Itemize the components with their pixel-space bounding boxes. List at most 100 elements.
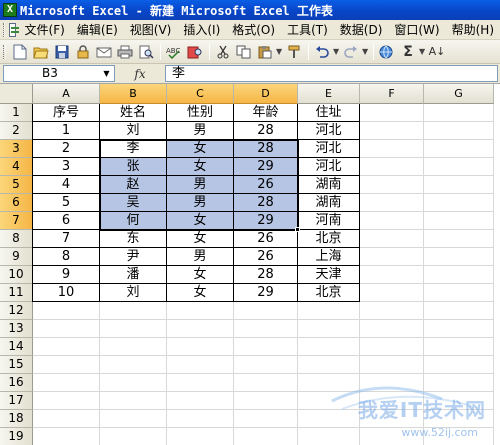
cell-e9[interactable]: 上海	[298, 248, 360, 266]
cell-d3[interactable]: 28	[234, 140, 298, 158]
cell-e4[interactable]: 河北	[298, 158, 360, 176]
menu-tools[interactable]: 工具(T)	[281, 21, 334, 39]
cell-c9[interactable]: 男	[167, 248, 234, 266]
cell-a4[interactable]: 3	[33, 158, 100, 176]
cell-f1[interactable]	[360, 104, 424, 122]
cell-e1[interactable]: 住址	[298, 104, 360, 122]
cell-e19[interactable]	[298, 428, 360, 445]
cell-g6[interactable]	[424, 194, 494, 212]
cell-e7[interactable]: 河南	[298, 212, 360, 230]
cell-c15[interactable]	[167, 356, 234, 374]
cell-b8[interactable]: 东	[100, 230, 167, 248]
cell-f3[interactable]	[360, 140, 424, 158]
row-header-8[interactable]: 8	[0, 230, 33, 248]
fill-handle[interactable]	[295, 227, 300, 232]
menu-grip[interactable]	[3, 22, 6, 37]
cell-c16[interactable]	[167, 374, 234, 392]
cell-a14[interactable]	[33, 338, 100, 356]
column-header-d[interactable]: D	[234, 84, 298, 104]
cell-e11[interactable]: 北京	[298, 284, 360, 302]
row-header-19[interactable]: 19	[0, 428, 33, 445]
cell-e10[interactable]: 天津	[298, 266, 360, 284]
column-header-b[interactable]: B	[100, 84, 167, 104]
cell-g4[interactable]	[424, 158, 494, 176]
cell-d4[interactable]: 29	[234, 158, 298, 176]
cell-f7[interactable]	[360, 212, 424, 230]
cell-d1[interactable]: 年龄	[234, 104, 298, 122]
cell-d15[interactable]	[234, 356, 298, 374]
menu-insert[interactable]: 插入(I)	[177, 21, 226, 39]
cell-g11[interactable]	[424, 284, 494, 302]
cut-icon[interactable]	[213, 42, 233, 62]
cell-c10[interactable]: 女	[167, 266, 234, 284]
cell-c11[interactable]: 女	[167, 284, 234, 302]
cell-f13[interactable]	[360, 320, 424, 338]
cell-g8[interactable]	[424, 230, 494, 248]
cell-c14[interactable]	[167, 338, 234, 356]
paste-dropdown-icon[interactable]: ▼	[276, 47, 284, 56]
cell-d10[interactable]: 28	[234, 266, 298, 284]
cell-a15[interactable]	[33, 356, 100, 374]
cell-a11[interactable]: 10	[33, 284, 100, 302]
cell-f8[interactable]	[360, 230, 424, 248]
cell-a2[interactable]: 1	[33, 122, 100, 140]
cell-b17[interactable]	[100, 392, 167, 410]
cell-e18[interactable]	[298, 410, 360, 428]
cell-c6[interactable]: 男	[167, 194, 234, 212]
column-header-f[interactable]: F	[360, 84, 424, 104]
cell-a3[interactable]: 2	[33, 140, 100, 158]
cell-d18[interactable]	[234, 410, 298, 428]
cell-f9[interactable]	[360, 248, 424, 266]
menu-data[interactable]: 数据(D)	[334, 21, 389, 39]
cell-a5[interactable]: 4	[33, 176, 100, 194]
spelling-icon[interactable]: ABC	[164, 42, 184, 62]
cell-b3[interactable]: 李	[100, 140, 167, 158]
cell-f18[interactable]	[360, 410, 424, 428]
cell-c12[interactable]	[167, 302, 234, 320]
cell-g17[interactable]	[424, 392, 494, 410]
cell-f14[interactable]	[360, 338, 424, 356]
permission-icon[interactable]	[73, 42, 93, 62]
row-header-9[interactable]: 9	[0, 248, 33, 266]
cell-g15[interactable]	[424, 356, 494, 374]
cell-e15[interactable]	[298, 356, 360, 374]
cell-d8[interactable]: 26	[234, 230, 298, 248]
cell-c4[interactable]: 女	[167, 158, 234, 176]
title-bar[interactable]: X Microsoft Excel - 新建 Microsoft Excel 工…	[0, 0, 500, 20]
cell-c7[interactable]: 女	[167, 212, 234, 230]
row-header-10[interactable]: 10	[0, 266, 33, 284]
cell-g7[interactable]	[424, 212, 494, 230]
cell-f11[interactable]	[360, 284, 424, 302]
row-header-6[interactable]: 6	[0, 194, 33, 212]
cell-f6[interactable]	[360, 194, 424, 212]
workbook-icon[interactable]	[9, 22, 20, 37]
cell-d17[interactable]	[234, 392, 298, 410]
save-icon[interactable]	[52, 42, 72, 62]
cell-e14[interactable]	[298, 338, 360, 356]
cell-d5[interactable]: 26	[234, 176, 298, 194]
cell-g9[interactable]	[424, 248, 494, 266]
cell-f5[interactable]	[360, 176, 424, 194]
select-all-corner[interactable]	[0, 84, 33, 104]
autosum-dropdown-icon[interactable]: ▼	[419, 47, 427, 56]
cell-b19[interactable]	[100, 428, 167, 445]
cell-d19[interactable]	[234, 428, 298, 445]
paste-icon[interactable]	[255, 42, 275, 62]
row-header-2[interactable]: 2	[0, 122, 33, 140]
cell-e17[interactable]	[298, 392, 360, 410]
row-header-16[interactable]: 16	[0, 374, 33, 392]
hyperlink-icon[interactable]	[377, 42, 397, 62]
cell-d9[interactable]: 26	[234, 248, 298, 266]
menu-view[interactable]: 视图(V)	[124, 21, 178, 39]
insert-function-icon[interactable]: fx	[115, 67, 165, 81]
copy-icon[interactable]	[234, 42, 254, 62]
email-icon[interactable]	[94, 42, 114, 62]
cell-g5[interactable]	[424, 176, 494, 194]
row-header-14[interactable]: 14	[0, 338, 33, 356]
format-painter-icon[interactable]	[284, 42, 304, 62]
cell-a19[interactable]	[33, 428, 100, 445]
print-preview-icon[interactable]	[136, 42, 156, 62]
cell-f16[interactable]	[360, 374, 424, 392]
row-header-5[interactable]: 5	[0, 176, 33, 194]
autosum-icon[interactable]: Σ	[398, 42, 418, 62]
